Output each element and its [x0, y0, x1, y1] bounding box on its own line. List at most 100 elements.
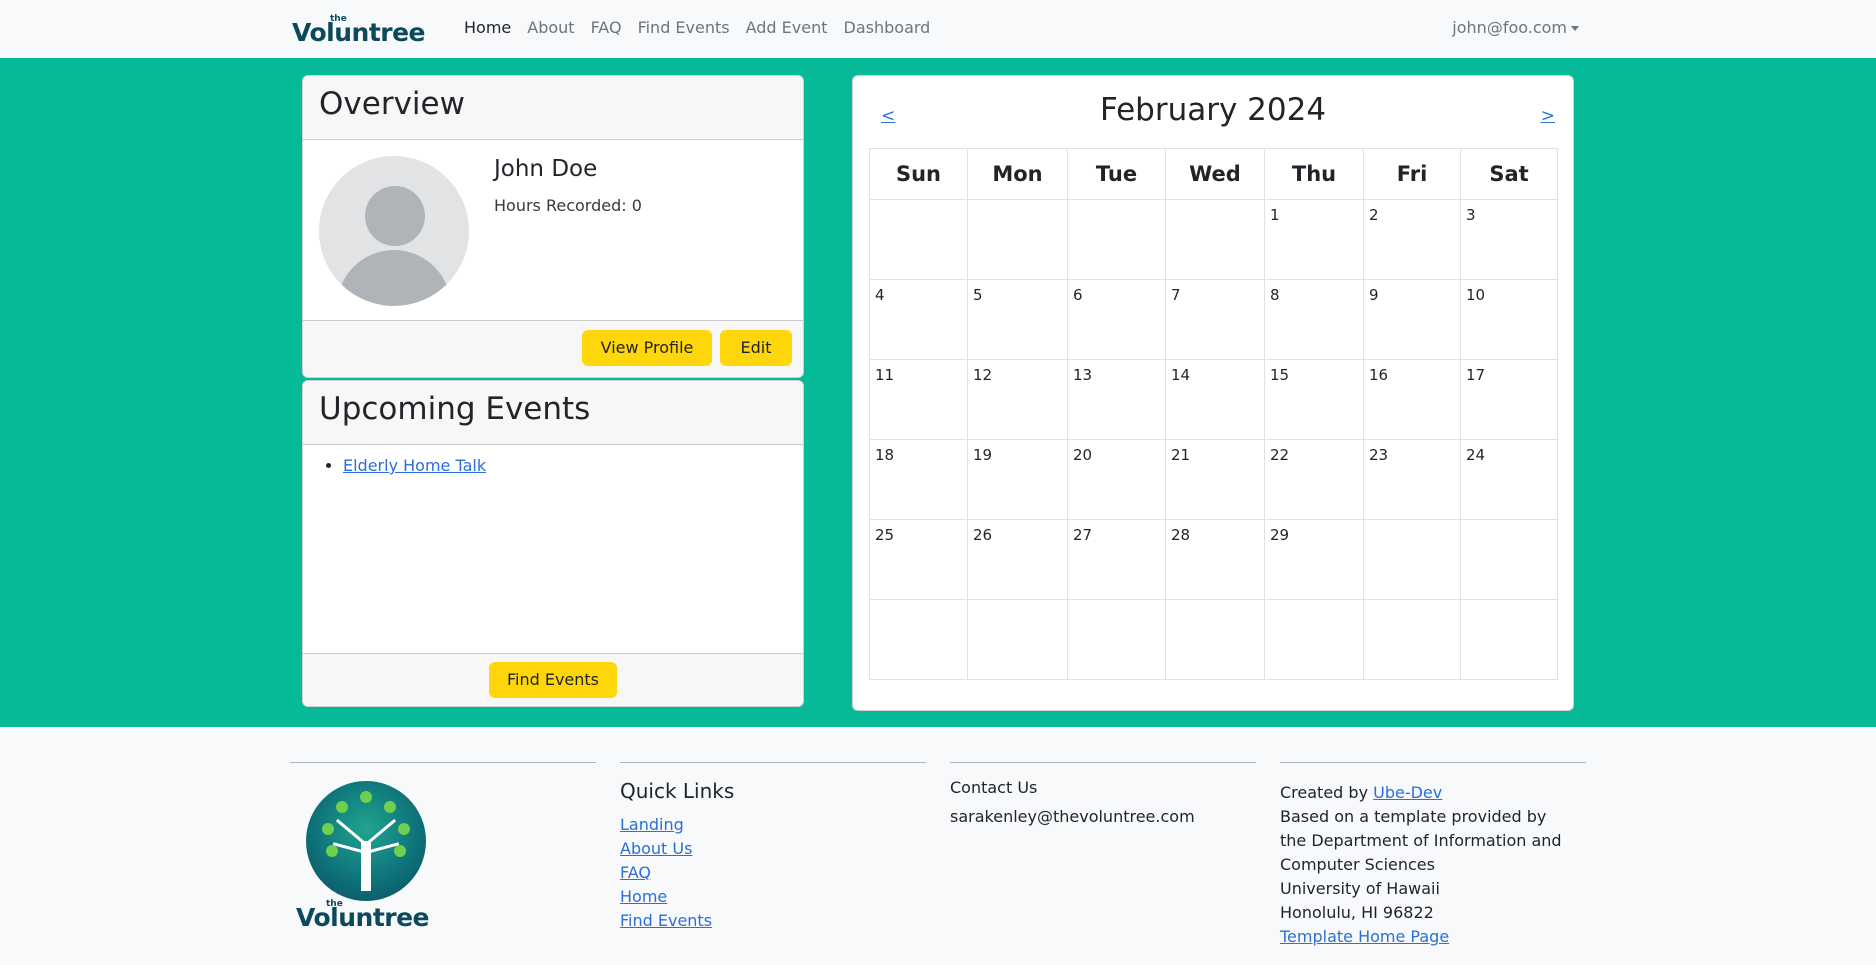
nav-add-event[interactable]: Add Event — [746, 18, 828, 37]
avatar-body — [337, 250, 451, 306]
calendar-day-cell[interactable]: 18 — [869, 439, 968, 520]
credits-line: University of Hawaii — [1280, 879, 1440, 898]
tree-branch — [365, 818, 397, 846]
weekday-sat: Sat — [1460, 148, 1558, 200]
calendar-day-cell[interactable]: 20 — [1067, 439, 1166, 520]
calendar-day-cell[interactable]: 3 — [1460, 199, 1558, 280]
footer-link-find-events[interactable]: Find Events — [620, 909, 712, 933]
calendar-day-cell[interactable]: 16 — [1363, 359, 1461, 440]
calendar-day-cell[interactable]: 14 — [1165, 359, 1265, 440]
overview-header: Overview — [303, 76, 803, 140]
calendar-day-cell[interactable]: 29 — [1264, 519, 1364, 600]
weekday-row: Sun Mon Tue Wed Thu Fri Sat — [869, 148, 1558, 200]
calendar-day-cell[interactable]: 11 — [869, 359, 968, 440]
calendar-day-cell[interactable]: 9 — [1363, 279, 1461, 360]
calendar-empty-cell — [1264, 599, 1364, 680]
tree-leaf — [360, 791, 372, 803]
template-home-page-link[interactable]: Template Home Page — [1280, 927, 1449, 946]
calendar-day-cell[interactable]: 22 — [1264, 439, 1364, 520]
calendar-week-row: 123 — [869, 199, 1558, 280]
calendar-day-cell[interactable]: 7 — [1165, 279, 1265, 360]
calendar-empty-cell — [869, 599, 968, 680]
credits-text: Created by Ube-Dev Based on a template p… — [1280, 781, 1586, 949]
find-events-button[interactable]: Find Events — [489, 662, 617, 698]
calendar-day-cell[interactable]: 26 — [967, 519, 1068, 600]
brand-wordmark: Voluntree — [292, 18, 426, 47]
footer-contact: Contact Us sarakenley@thevoluntree.com — [950, 762, 1256, 826]
contact-heading: Contact Us — [950, 778, 1038, 797]
calendar-week-row — [869, 599, 1558, 680]
calendar-empty-cell — [1165, 599, 1265, 680]
upcoming-title: Upcoming Events — [319, 391, 591, 427]
calendar-empty-cell — [1363, 519, 1461, 600]
calendar-next-button[interactable]: > — [1541, 106, 1555, 126]
nav-about[interactable]: About — [527, 18, 574, 37]
calendar-empty-cell — [1067, 599, 1166, 680]
ube-dev-link[interactable]: Ube-Dev — [1373, 783, 1442, 802]
calendar-day-cell[interactable]: 25 — [869, 519, 968, 600]
overview-footer: View Profile Edit — [303, 320, 803, 377]
tree-leaf — [398, 823, 410, 835]
calendar-day-cell[interactable]: 2 — [1363, 199, 1461, 280]
calendar-day-cell[interactable]: 1 — [1264, 199, 1364, 280]
created-by-prefix: Created by — [1280, 783, 1374, 802]
upcoming-header: Upcoming Events — [303, 381, 803, 445]
calendar-day-cell[interactable]: 15 — [1264, 359, 1364, 440]
footer-link-home[interactable]: Home — [620, 885, 712, 909]
nav-faq[interactable]: FAQ — [591, 18, 622, 37]
calendar-day-cell[interactable]: 10 — [1460, 279, 1558, 360]
calendar-day-cell[interactable]: 12 — [967, 359, 1068, 440]
calendar-grid: Sun Mon Tue Wed Thu Fri Sat 1 2 3 4 5 6 7 8 9 10 1… — [869, 148, 1558, 680]
calendar-day-cell[interactable]: 19 — [967, 439, 1068, 520]
calendar-week-row: 11 12 13 14 15 16 17 — [869, 359, 1558, 440]
tree-trunk — [361, 841, 371, 891]
calendar-day-cell[interactable]: 6 — [1067, 279, 1166, 360]
calendar-day-cell[interactable]: 23 — [1363, 439, 1461, 520]
calendar-day-cell[interactable]: 28 — [1165, 519, 1265, 600]
user-name: John Doe — [494, 156, 598, 182]
user-menu-dropdown[interactable]: john@foo.com — [1452, 18, 1579, 37]
credits-line: the Department of Information and — [1280, 831, 1562, 850]
calendar-day-cell[interactable]: 5 — [967, 279, 1068, 360]
weekday-sun: Sun — [869, 148, 968, 200]
created-by-line: Created by Ube-Dev — [1280, 781, 1586, 805]
calendar-day-cell[interactable]: 27 — [1067, 519, 1166, 600]
brand-logo[interactable]: the Voluntree — [292, 14, 440, 47]
nav-home[interactable]: Home — [464, 18, 511, 37]
calendar-day-cell[interactable]: 4 — [869, 279, 968, 360]
overview-card: Overview John Doe Hours Recorded: 0 View… — [302, 75, 804, 378]
calendar-day-cell[interactable]: 21 — [1165, 439, 1265, 520]
weekday-wed: Wed — [1165, 148, 1265, 200]
upcoming-events-card: Upcoming Events Elderly Home Talk Find E… — [302, 380, 804, 707]
tree-icon — [306, 781, 426, 901]
view-profile-button[interactable]: View Profile — [582, 330, 712, 366]
footer-link-faq[interactable]: FAQ — [620, 861, 712, 885]
nav-find-events[interactable]: Find Events — [638, 18, 730, 37]
calendar-card: < February 2024 > Sun Mon Tue Wed Thu Fr… — [852, 75, 1574, 711]
weekday-tue: Tue — [1067, 148, 1166, 200]
contact-email: sarakenley@thevoluntree.com — [950, 807, 1195, 826]
dashboard-main: Overview John Doe Hours Recorded: 0 View… — [0, 58, 1876, 727]
credits-line: Based on a template provided by — [1280, 807, 1547, 826]
calendar-day-cell[interactable]: 24 — [1460, 439, 1558, 520]
footer-link-about-us[interactable]: About Us — [620, 837, 712, 861]
calendar-empty-cell — [1363, 599, 1461, 680]
voluntree-tree-logo: the Voluntree — [296, 781, 436, 932]
nav-dashboard[interactable]: Dashboard — [844, 18, 931, 37]
calendar-empty-cell — [869, 199, 968, 280]
caret-down-icon — [1571, 26, 1579, 31]
calendar-empty-cell — [1067, 199, 1166, 280]
overview-title: Overview — [319, 86, 465, 122]
footer: the Voluntree Quick Links Landing About … — [0, 727, 1876, 965]
template-line: Template Home Page — [1280, 925, 1586, 949]
calendar-day-cell[interactable]: 17 — [1460, 359, 1558, 440]
weekday-fri: Fri — [1363, 148, 1461, 200]
quick-links-list: Landing About Us FAQ Home Find Events — [620, 813, 712, 933]
event-link[interactable]: Elderly Home Talk — [343, 456, 486, 475]
calendar-day-cell[interactable]: 8 — [1264, 279, 1364, 360]
footer-link-landing[interactable]: Landing — [620, 813, 712, 837]
calendar-empty-cell — [1460, 599, 1558, 680]
credits-line: Computer Sciences — [1280, 855, 1435, 874]
edit-button[interactable]: Edit — [720, 330, 792, 366]
calendar-day-cell[interactable]: 13 — [1067, 359, 1166, 440]
